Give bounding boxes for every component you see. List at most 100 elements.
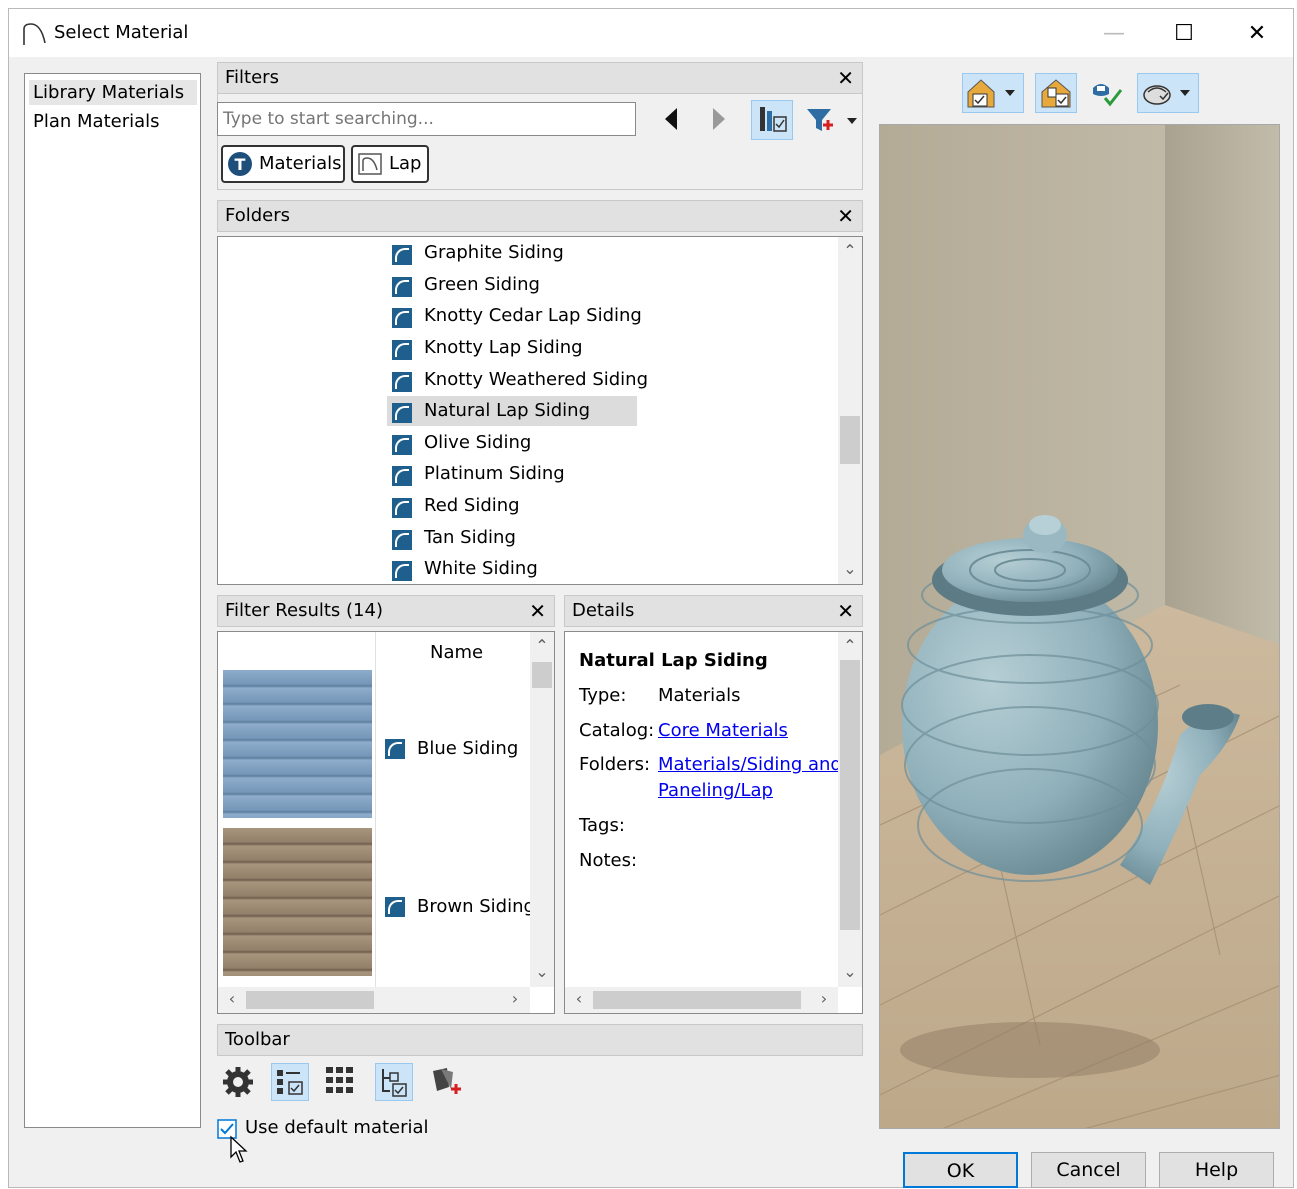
use-default-material-label: Use default material: [245, 1117, 429, 1138]
ok-button[interactable]: OK: [903, 1152, 1018, 1188]
folder-icon: [392, 340, 412, 360]
folder-icon: [392, 498, 412, 518]
help-button[interactable]: Help: [1159, 1152, 1274, 1188]
scroll-up-icon[interactable]: ⌃: [839, 636, 861, 655]
results-vscroll-thumb[interactable]: [532, 662, 552, 688]
close-filters-icon[interactable]: ✕: [837, 63, 854, 93]
add-material-icon[interactable]: [427, 1063, 465, 1101]
folder-icon: [392, 435, 412, 455]
folder-item-olive-siding[interactable]: Olive Siding: [387, 428, 531, 458]
display-mode-icon[interactable]: [1035, 73, 1077, 113]
result-item-brown-siding[interactable]: Brown Siding: [385, 895, 535, 919]
scroll-right-icon[interactable]: ›: [813, 989, 835, 1008]
add-filter-icon[interactable]: [801, 101, 861, 139]
grid-view-icon[interactable]: [322, 1063, 360, 1101]
folder-item-tan-siding[interactable]: Tan Siding: [387, 523, 516, 553]
details-hscroll-thumb[interactable]: [593, 991, 801, 1009]
folder-item-label: Green Siding: [424, 274, 540, 295]
blue-siding-swatch[interactable]: [223, 670, 372, 818]
details-hscrollbar[interactable]: ‹ ›: [565, 987, 838, 1013]
results-hscroll-thumb[interactable]: [246, 991, 374, 1009]
details-catalog-link[interactable]: Core Materials: [658, 720, 788, 741]
close-results-icon[interactable]: ✕: [529, 596, 546, 626]
chip-lap-label: Lap: [389, 153, 422, 174]
minimize-button[interactable]: —: [1094, 17, 1134, 51]
folder-item-knotty-weathered-siding[interactable]: Knotty Weathered Siding: [387, 365, 648, 395]
details-panel-header: Details ✕: [564, 595, 863, 627]
view-options-icon[interactable]: [962, 73, 1024, 113]
filter-results-title: Filter Results (14): [225, 600, 383, 621]
results-vscrollbar[interactable]: ⌃ ⌄: [530, 632, 554, 987]
mouse-cursor-icon: [230, 1135, 248, 1163]
brown-siding-swatch[interactable]: [223, 828, 372, 976]
folders-scroll-thumb[interactable]: [840, 416, 860, 464]
filter-results-list: ^ Name Blue Siding Brown Siding ⌃ ⌄ ‹ ›: [217, 631, 555, 1014]
folder-icon: [392, 277, 412, 297]
scroll-down-icon[interactable]: ⌄: [531, 962, 553, 981]
folder-item-platinum-siding[interactable]: Platinum Siding: [387, 459, 565, 489]
column-header-name[interactable]: Name: [430, 642, 483, 663]
scroll-up-icon[interactable]: ⌃: [839, 241, 861, 260]
scroll-right-icon[interactable]: ›: [504, 989, 526, 1008]
details-vscrollbar[interactable]: ⌃ ⌄: [838, 632, 862, 987]
preview-object-icon[interactable]: [1137, 73, 1199, 113]
folder-icon: [392, 308, 412, 328]
folder-item-red-siding[interactable]: Red Siding: [387, 491, 520, 521]
details-catalog-label: Catalog:: [579, 720, 655, 741]
select-material-dialog: Select Material — ☐ ✕ Library Materials …: [8, 8, 1294, 1188]
list-view-icon[interactable]: [271, 1063, 309, 1101]
sidebar-item-plan-materials[interactable]: Plan Materials: [29, 109, 164, 134]
filter-results-panel-header: Filter Results (14) ✕: [217, 595, 555, 627]
filter-options-icon[interactable]: [751, 100, 793, 140]
close-button[interactable]: ✕: [1237, 17, 1277, 51]
folder-item-label: Platinum Siding: [424, 463, 565, 484]
maximize-button[interactable]: ☐: [1164, 17, 1204, 51]
results-hscrollbar[interactable]: ‹ ›: [218, 987, 530, 1013]
folder-item-green-siding[interactable]: Green Siding: [387, 270, 540, 300]
folder-item-knotty-lap-siding[interactable]: Knotty Lap Siding: [387, 333, 583, 363]
scroll-down-icon[interactable]: ⌄: [839, 962, 861, 981]
cancel-button[interactable]: Cancel: [1031, 1152, 1146, 1188]
material-arc-icon: [23, 23, 46, 45]
tree-view-icon[interactable]: [375, 1063, 413, 1101]
folder-item-label: Tan Siding: [424, 527, 516, 548]
sidebar-item-library-materials[interactable]: Library Materials: [29, 80, 197, 105]
filters-title: Filters: [225, 67, 279, 88]
folder-icon: [392, 530, 412, 550]
chip-materials[interactable]: T Materials: [221, 145, 345, 183]
details-vscroll-thumb[interactable]: [840, 660, 860, 930]
back-arrow-icon[interactable]: [657, 104, 687, 134]
close-details-icon[interactable]: ✕: [837, 596, 854, 626]
result-item-blue-siding[interactable]: Blue Siding: [385, 737, 518, 761]
scroll-left-icon[interactable]: ‹: [221, 989, 243, 1008]
result-item-label: Blue Siding: [417, 738, 519, 759]
scroll-left-icon[interactable]: ‹: [568, 989, 590, 1008]
folder-item-white-siding[interactable]: White Siding: [387, 554, 538, 584]
folder-item-label: Knotty Lap Siding: [424, 337, 583, 358]
column-divider: [375, 632, 376, 987]
scroll-down-icon[interactable]: ⌄: [839, 559, 861, 578]
material-preview[interactable]: [879, 124, 1280, 1129]
folder-item-graphite-siding[interactable]: Graphite Siding: [387, 238, 564, 268]
use-default-material-checkbox[interactable]: Use default material: [217, 1117, 457, 1141]
chip-lap[interactable]: Lap: [351, 145, 429, 183]
close-folders-icon[interactable]: ✕: [837, 201, 854, 231]
forward-arrow-icon[interactable]: [703, 104, 733, 134]
details-folders-link-line1[interactable]: Materials/Siding and: [658, 754, 842, 775]
folder-icon: [385, 897, 405, 917]
folder-icon: [392, 466, 412, 486]
folder-item-natural-lap-siding[interactable]: Natural Lap Siding: [387, 396, 637, 426]
search-input[interactable]: [217, 102, 636, 136]
folders-scrollbar[interactable]: ⌃ ⌄: [838, 237, 862, 584]
settings-gear-icon[interactable]: [219, 1063, 257, 1101]
details-folders-label: Folders:: [579, 754, 651, 775]
scroll-up-icon[interactable]: ⌃: [531, 636, 553, 655]
materials-type-icon: T: [228, 152, 252, 176]
details-folders-link-line2[interactable]: Paneling/Lap: [658, 780, 773, 801]
folder-item-knotty-cedar-lap-siding[interactable]: Knotty Cedar Lap Siding: [387, 301, 642, 331]
svg-text:T: T: [235, 155, 246, 174]
render-preview-icon[interactable]: [1087, 74, 1127, 112]
folder-icon: [392, 372, 412, 392]
folder-icon: [358, 153, 382, 175]
details-material-name: Natural Lap Siding: [579, 650, 768, 671]
